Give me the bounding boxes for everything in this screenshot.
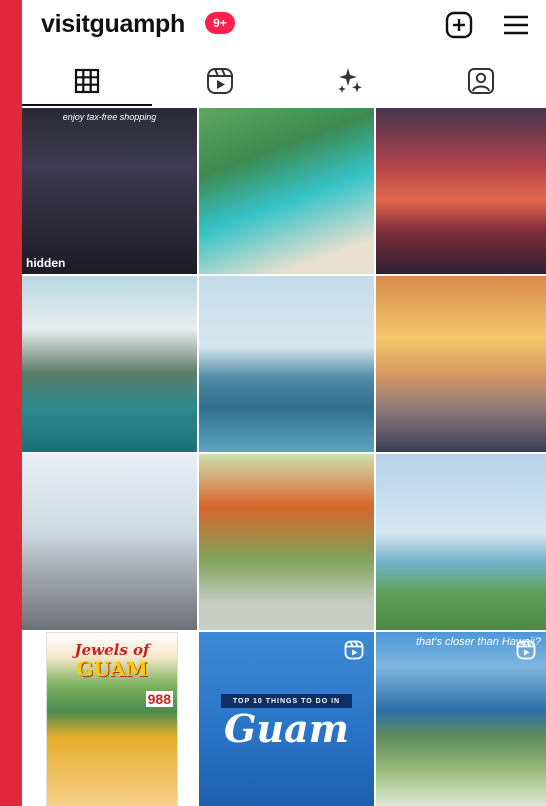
reels-icon	[207, 68, 233, 94]
reels-icon	[516, 640, 536, 660]
tab-tagged[interactable]	[416, 56, 546, 106]
instagram-profile: visitguamph 9+ enjoy tax-free shopping h…	[22, 0, 546, 806]
reels-icon	[344, 640, 364, 660]
new-post-button[interactable]	[443, 9, 475, 41]
profile-header: visitguamph 9+	[22, 0, 546, 52]
posts-grid: enjoy tax-free shopping hidden Jewels of…	[22, 108, 546, 806]
grid-icon	[74, 68, 100, 94]
poster-destination: GUAM	[76, 657, 148, 681]
post-tile[interactable]	[22, 276, 197, 452]
account-username[interactable]: visitguamph	[41, 10, 185, 39]
post-tile[interactable]	[376, 454, 546, 630]
reel-indicator	[344, 640, 364, 665]
post-tile[interactable]: enjoy tax-free shopping hidden	[22, 108, 197, 274]
post-tile[interactable]: Jewels of GUAM 988	[22, 632, 197, 806]
notification-badge[interactable]: 9+	[205, 12, 235, 34]
post-tile[interactable]	[22, 454, 197, 630]
tagged-person-icon	[468, 68, 494, 94]
post-tile[interactable]	[376, 108, 546, 274]
menu-icon	[504, 15, 528, 35]
reel-title: Guam	[224, 706, 349, 751]
reel-indicator	[516, 640, 536, 665]
tab-grid[interactable]	[22, 56, 152, 106]
tab-ai[interactable]	[285, 56, 415, 106]
tab-reels[interactable]	[155, 56, 285, 106]
post-caption: enjoy tax-free shopping	[62, 112, 157, 122]
travel-poster: Jewels of GUAM 988	[46, 632, 178, 806]
profile-tabs	[22, 56, 546, 106]
post-tile[interactable]: TOP 10 THINGS TO DO IN Guam	[199, 632, 374, 806]
poster-price: 988	[145, 691, 173, 707]
menu-button[interactable]	[500, 9, 532, 41]
post-watermark: hidden	[26, 256, 66, 270]
post-tile[interactable]	[199, 454, 374, 630]
post-tile[interactable]	[199, 276, 374, 452]
post-tile[interactable]	[376, 276, 546, 452]
post-tile[interactable]	[199, 108, 374, 274]
new-post-icon	[445, 11, 473, 39]
sparkles-icon	[338, 68, 362, 93]
post-tile[interactable]: that's closer than Hawaii?	[376, 632, 546, 806]
